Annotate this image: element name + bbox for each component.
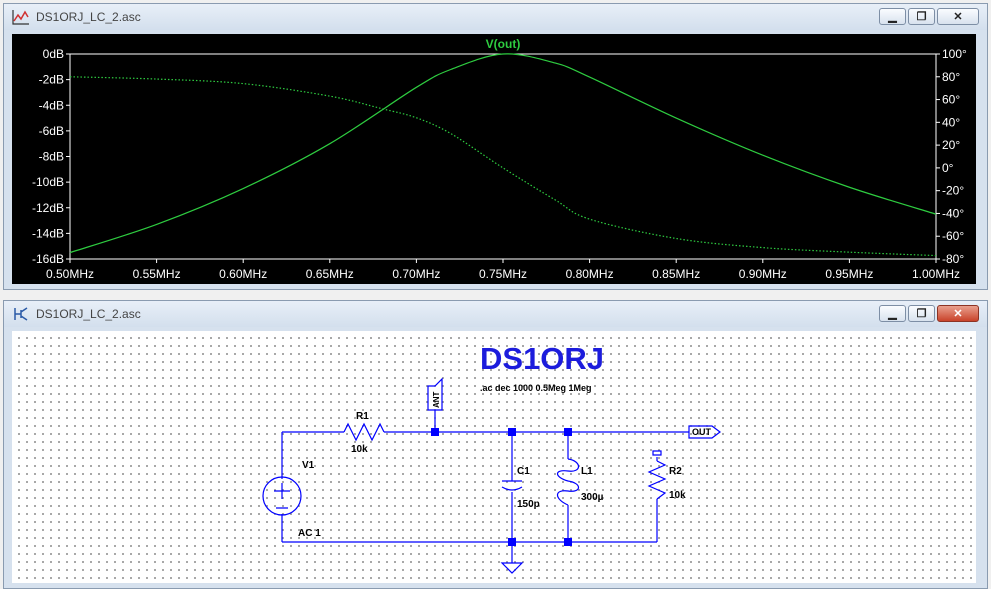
out-label[interactable]: OUT [692,427,712,437]
schematic-canvas[interactable]: DS1ORJ .ac dec 1000 0.5Meg 1Meg R1 10k V… [12,331,976,583]
schematic-icon [14,307,28,321]
x-axis-tick-label: 1.00MHz [912,267,960,281]
right-axis-tick-label: 20° [942,138,960,152]
circuit-diagram[interactable]: DS1ORJ .ac dec 1000 0.5Meg 1Meg R1 10k V… [12,331,976,583]
minimize-button[interactable]: ▁ [879,305,906,322]
left-axis-tick-label: -10dB [32,175,64,189]
x-axis-tick-label: 0.90MHz [739,267,787,281]
l1-value[interactable]: 300µ [581,492,604,503]
plot-area[interactable]: 0dB -2dB -4dB -6dB -8dB -10dB -12dB -14dB -16dB 1… [12,34,976,284]
right-axis-tick-label: 0° [942,161,954,175]
r1-name[interactable]: R1 [356,411,369,422]
trace-label: V(out) [486,37,521,51]
v1-value[interactable]: AC 1 [298,528,321,539]
restore-icon: ❐ [916,308,927,320]
left-axis-tick-label: -2dB [39,73,64,87]
v1-name[interactable]: V1 [302,460,315,471]
left-axis-tick-label: -6dB [39,124,64,138]
junction-ant [431,428,439,436]
junction-l1-top [564,428,572,436]
junction-l1-bottom [564,538,572,546]
minimize-icon: ▁ [888,308,897,320]
left-axis-tick-label: -12dB [32,201,64,215]
spice-directive[interactable]: .ac dec 1000 0.5Meg 1Meg [480,383,592,393]
schematic-window: DS1ORJ_LC_2.asc ▁ ❐ ✕ DS1ORJ .ac dec 100… [3,300,988,589]
plot-window-title: DS1ORJ_LC_2.asc [36,10,141,24]
x-axis-tick-label: 0.85MHz [652,267,700,281]
junction-c1-top [508,428,516,436]
plot-frame [69,53,937,260]
right-axis-tick-label: -60° [942,229,964,243]
junction-gnd [508,538,516,546]
close-button[interactable]: ✕ [937,305,979,322]
left-axis-tick-label: -4dB [39,98,64,112]
ant-label[interactable]: ANT [432,391,441,408]
left-axis-tick-label: -8dB [39,150,64,164]
plot-window: DS1ORJ_LC_2.asc ▁ ❐ ✕ 0dB -2dB -4dB -6dB -8d… [3,3,988,290]
right-axis-tick-label: 100° [942,47,967,61]
x-axis-tick-label: 0.50MHz [46,267,94,281]
magnitude-trace [69,53,937,254]
c1-symbol [501,480,523,491]
l1-symbol [556,458,580,506]
left-axis-tick-label: 0dB [43,47,64,61]
minimize-icon: ▁ [888,11,897,23]
phase-trace [69,76,937,257]
left-axis-tick-label: -16dB [32,252,64,266]
x-axis-tick-label: 0.75MHz [479,267,527,281]
restore-button[interactable]: ❐ [908,305,935,322]
l1-name[interactable]: L1 [581,466,593,477]
restore-icon: ❐ [916,11,927,23]
minimize-button[interactable]: ▁ [879,8,906,25]
x-axis-tick-label: 0.95MHz [825,267,873,281]
c1-name[interactable]: C1 [517,466,530,477]
plot-titlebar[interactable]: DS1ORJ_LC_2.asc ▁ ❐ ✕ [4,4,987,30]
x-axis-tick-label: 0.80MHz [566,267,614,281]
x-axis-tick-label: 0.60MHz [219,267,267,281]
close-icon: ✕ [953,11,963,23]
r2-symbol [647,460,667,500]
waveform-icon [12,10,29,25]
right-axis-tick-label: -80° [942,252,964,266]
schematic-heading: DS1ORJ [480,341,604,376]
close-button[interactable]: ✕ [937,8,979,25]
x-axis-tick-label: 0.55MHz [133,267,181,281]
right-axis-tick-label: -20° [942,184,964,198]
right-axis-tick-label: -40° [942,206,964,220]
bode-plot[interactable]: 0dB -2dB -4dB -6dB -8dB -10dB -12dB -14dB -16dB 1… [12,34,976,284]
r2-name[interactable]: R2 [669,466,682,477]
r1-value[interactable]: 10k [351,444,368,455]
schematic-window-title: DS1ORJ_LC_2.asc [36,307,141,321]
r2-value[interactable]: 10k [669,490,686,501]
x-axis-tick-label: 0.70MHz [392,267,440,281]
schematic-titlebar[interactable]: DS1ORJ_LC_2.asc ▁ ❐ ✕ [4,301,987,327]
r1-symbol [343,422,385,442]
right-axis-tick-label: 80° [942,70,960,84]
ground-icon [500,562,524,574]
left-axis-tick-label: -14dB [32,226,64,240]
c1-value[interactable]: 150p [517,499,540,510]
restore-button[interactable]: ❐ [908,8,935,25]
close-icon: ✕ [953,308,963,320]
x-axis-tick-label: 0.65MHz [306,267,354,281]
right-axis-tick-label: 60° [942,93,960,107]
right-axis-tick-label: 40° [942,115,960,129]
